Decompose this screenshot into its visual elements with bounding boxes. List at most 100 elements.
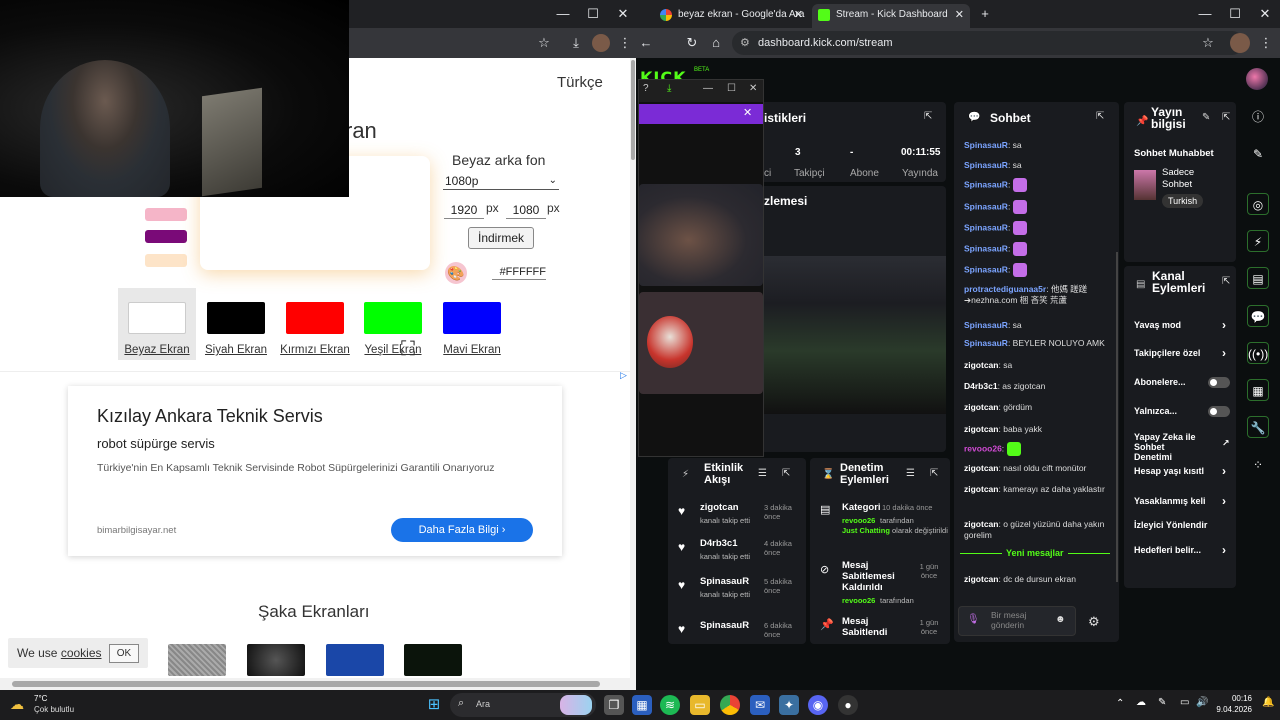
minimize-icon[interactable]: — (1192, 4, 1218, 24)
width-input[interactable]: 1920 (444, 201, 484, 219)
filter-icon[interactable]: ☰ (906, 468, 915, 479)
activity-user[interactable]: D4rb3c1 (700, 538, 738, 549)
close-icon[interactable]: ✕ (610, 4, 636, 24)
microphone-icon[interactable]: 🎙 (967, 614, 980, 625)
address-bar[interactable]: ⚙ dashboard.kick.com/stream (732, 31, 1244, 55)
chat-username[interactable]: SpinasauR (964, 243, 1008, 253)
broadcast-icon[interactable]: ((•)) (1247, 342, 1269, 364)
network-icon[interactable]: ▭ (1180, 697, 1189, 708)
ad-choices-icon[interactable]: ▷ (620, 370, 627, 381)
minimize-icon[interactable]: — (550, 4, 576, 24)
channel-action-item[interactable]: Takipçilere özel › (1134, 346, 1230, 360)
color-chip[interactable] (364, 302, 422, 334)
chat-username[interactable]: zigotcan (964, 519, 998, 529)
popout-icon[interactable]: ⇱ (930, 468, 938, 479)
document-icon[interactable]: ▤ (1247, 267, 1269, 289)
chat-scrollbar[interactable] (1116, 252, 1118, 582)
scrollbar-thumb[interactable] (631, 60, 635, 160)
cookies-link[interactable]: cookies (61, 646, 102, 660)
hex-color-input[interactable]: #FFFFFF (492, 264, 546, 280)
color-tile[interactable]: Siyah Ekran (197, 288, 275, 360)
chat-username[interactable]: SpinasauR (964, 160, 1008, 170)
back-icon[interactable]: ← (636, 33, 656, 53)
profile-avatar[interactable] (592, 34, 610, 52)
task-view-icon[interactable]: ❐ (604, 695, 624, 715)
color-tile[interactable]: Mavi Ekran (433, 288, 511, 360)
joke-thumb-hacker[interactable] (404, 644, 462, 676)
spotify-icon[interactable]: ≋ (660, 695, 680, 715)
color-chip[interactable] (286, 302, 344, 334)
bookmark-star-icon[interactable]: ☆ (1198, 33, 1218, 53)
tab-google-search[interactable]: beyaz ekran - Google'da Ara ✕ (654, 4, 809, 28)
color-chip[interactable] (207, 302, 265, 334)
horizontal-scrollbar[interactable] (0, 678, 636, 690)
download-button[interactable]: İndirmek (468, 227, 534, 249)
site-info-icon[interactable]: ⚙ (740, 31, 750, 55)
mail-icon[interactable]: ✉ (750, 695, 770, 715)
profile-avatar[interactable] (1230, 33, 1250, 53)
color-chip[interactable] (128, 302, 186, 334)
ad-title[interactable]: Kızılay Ankara Teknik Servis (97, 406, 323, 427)
popout-icon[interactable]: ⇱ (782, 468, 790, 479)
chat-username[interactable]: zigotcan (964, 360, 998, 370)
chat-username[interactable]: SpinasauR (964, 338, 1008, 348)
close-icon[interactable]: ✕ (743, 106, 752, 119)
channel-action-item[interactable]: Yapay Zeka ile Sohbet Denetimi ↗ (1134, 432, 1230, 462)
popout-icon[interactable]: ⇱ (1096, 111, 1104, 122)
chat-bubble-icon[interactable]: 💬 (1247, 305, 1269, 327)
color-chip[interactable] (443, 302, 501, 334)
maximize-icon[interactable]: ☐ (1222, 4, 1248, 24)
color-tile[interactable]: Beyaz Ekran (118, 288, 196, 360)
channel-action-item[interactable]: Yasaklanmış keli › (1134, 494, 1230, 508)
stream-preview-video[interactable] (764, 256, 946, 414)
chat-username[interactable]: protractediguanaa5r (964, 284, 1046, 294)
minimize-icon[interactable]: — (703, 83, 713, 94)
volume-icon[interactable]: 🔊 (1196, 697, 1208, 708)
chat-username[interactable]: SpinasauR (964, 179, 1008, 189)
filter-icon[interactable]: ☰ (758, 468, 767, 479)
layout-icon[interactable]: ▦ (1247, 379, 1269, 401)
chat-username[interactable]: SpinasauR (964, 222, 1008, 232)
channel-action-item[interactable]: Hesap yaşı kısıtl › (1134, 464, 1230, 478)
toggle-switch[interactable] (1208, 406, 1230, 417)
chat-username[interactable]: zigotcan (964, 463, 998, 473)
maximize-icon[interactable]: ☐ (727, 83, 736, 94)
joke-thumb-bsod[interactable] (326, 644, 384, 676)
hscrollbar-thumb[interactable] (12, 681, 600, 687)
windows-start-icon[interactable]: ⊞ (424, 695, 444, 715)
tray-chevron-icon[interactable]: ⌃ (1116, 698, 1124, 709)
color-tile-label[interactable]: Yeşil Ekran (354, 344, 432, 356)
download-icon[interactable]: ⤓ (567, 34, 585, 52)
notification-icon[interactable]: 🔔 (1262, 697, 1274, 708)
mini-swatch-pink[interactable] (145, 208, 187, 221)
toggle-switch[interactable] (1208, 377, 1230, 388)
taskbar-search[interactable]: ⌕ Ara (450, 693, 596, 717)
close-icon[interactable]: ✕ (749, 83, 757, 94)
chat-username[interactable]: SpinasauR (964, 320, 1008, 330)
clock-date[interactable]: 9.04.2026 (1210, 705, 1252, 714)
download-icon[interactable]: ⤓ (667, 83, 671, 94)
wrench-icon[interactable]: 🔧 (1247, 416, 1269, 438)
reload-icon[interactable]: ↻ (682, 33, 702, 53)
chat-username[interactable]: SpinasauR (964, 201, 1008, 211)
pencil-icon[interactable]: ✎ (1247, 143, 1269, 165)
mini-swatch-purple[interactable] (145, 230, 187, 243)
discord-icon[interactable]: ◉ (808, 695, 828, 715)
info-icon[interactable]: ⓘ (1247, 106, 1269, 128)
onedrive-icon[interactable]: ☁ (1136, 697, 1146, 708)
app-icon[interactable]: ✦ (779, 695, 799, 715)
webcam-scene-2[interactable] (639, 292, 763, 394)
weather-desc[interactable]: Çok bulutlu (34, 705, 74, 714)
channel-action-item[interactable]: Yavaş mod › (1134, 318, 1230, 332)
palette-icon[interactable]: 🎨 (445, 262, 467, 284)
maximize-icon[interactable]: ☐ (580, 4, 606, 24)
target-icon[interactable]: ◎ (1247, 193, 1269, 215)
lightning-icon[interactable]: ⚡ (1247, 230, 1269, 252)
chat-username[interactable]: zigotcan (964, 402, 998, 412)
obs-icon[interactable]: ● (838, 695, 858, 715)
popout-icon[interactable]: ⇱ (1222, 112, 1230, 123)
webcam-scene-1[interactable] (639, 184, 763, 286)
action-user[interactable]: revooo26 (842, 596, 875, 605)
activity-user[interactable]: zigotcan (700, 502, 739, 513)
channel-action-item[interactable]: Abonelere... (1134, 377, 1230, 388)
